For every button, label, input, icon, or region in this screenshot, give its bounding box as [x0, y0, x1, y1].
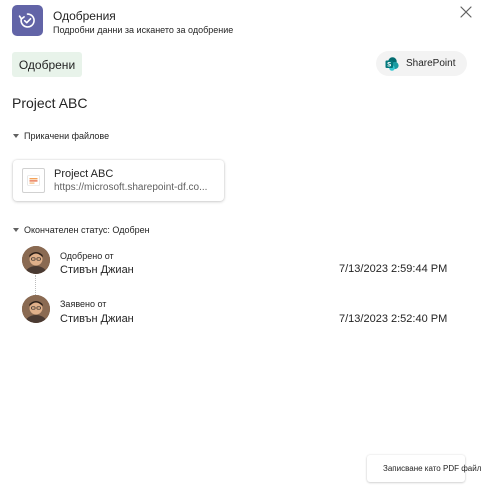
request-title: Project ABC — [12, 95, 88, 111]
status-badge: Одобрени — [12, 52, 82, 77]
avatar — [22, 246, 50, 274]
header-subtitle: Подробни данни за искането за одобрение — [53, 25, 234, 35]
close-button[interactable] — [457, 3, 475, 21]
timeline-connector — [35, 275, 36, 295]
approvals-icon — [18, 13, 35, 28]
approved-timestamp: 7/13/2023 2:59:44 PM — [339, 263, 448, 275]
chevron-down-icon — [13, 134, 19, 138]
final-status-section-toggle[interactable]: Окончателен статус: Одобрен — [13, 225, 150, 235]
presentation-file-icon — [22, 168, 45, 193]
final-status-section-label: Окончателен статус: Одобрен — [24, 225, 150, 235]
svg-text:S: S — [387, 61, 391, 68]
save-as-pdf-button[interactable]: Записване като PDF файл — [367, 455, 481, 482]
attachment-file-name: Project ABC — [54, 168, 114, 180]
attachments-section-label: Прикачени файлове — [24, 131, 110, 141]
requested-timestamp: 7/13/2023 2:52:40 PM — [339, 313, 448, 325]
sharepoint-logo-icon: S — [385, 56, 399, 71]
sharepoint-button-label: SharePoint — [406, 58, 456, 69]
avatar — [22, 295, 50, 323]
attachment-file-url: https://microsoft.sharepoint-df.co... — [54, 182, 208, 193]
requested-by-label: Заявено от — [60, 299, 107, 309]
attachment-file-card[interactable]: Project ABC https://microsoft.sharepoint… — [13, 160, 224, 201]
chevron-down-icon — [13, 228, 19, 232]
close-icon — [460, 6, 472, 18]
approved-by-label: Одобрено от — [60, 251, 114, 261]
header-title: Одобрения — [53, 9, 116, 23]
attachments-section-toggle[interactable]: Прикачени файлове — [13, 131, 109, 141]
approvals-app-icon — [12, 5, 43, 36]
requester-name: Стивън Джиан — [60, 313, 134, 325]
open-in-sharepoint-button[interactable]: S SharePoint — [376, 51, 467, 76]
approver-name: Стивън Джиан — [60, 264, 134, 276]
